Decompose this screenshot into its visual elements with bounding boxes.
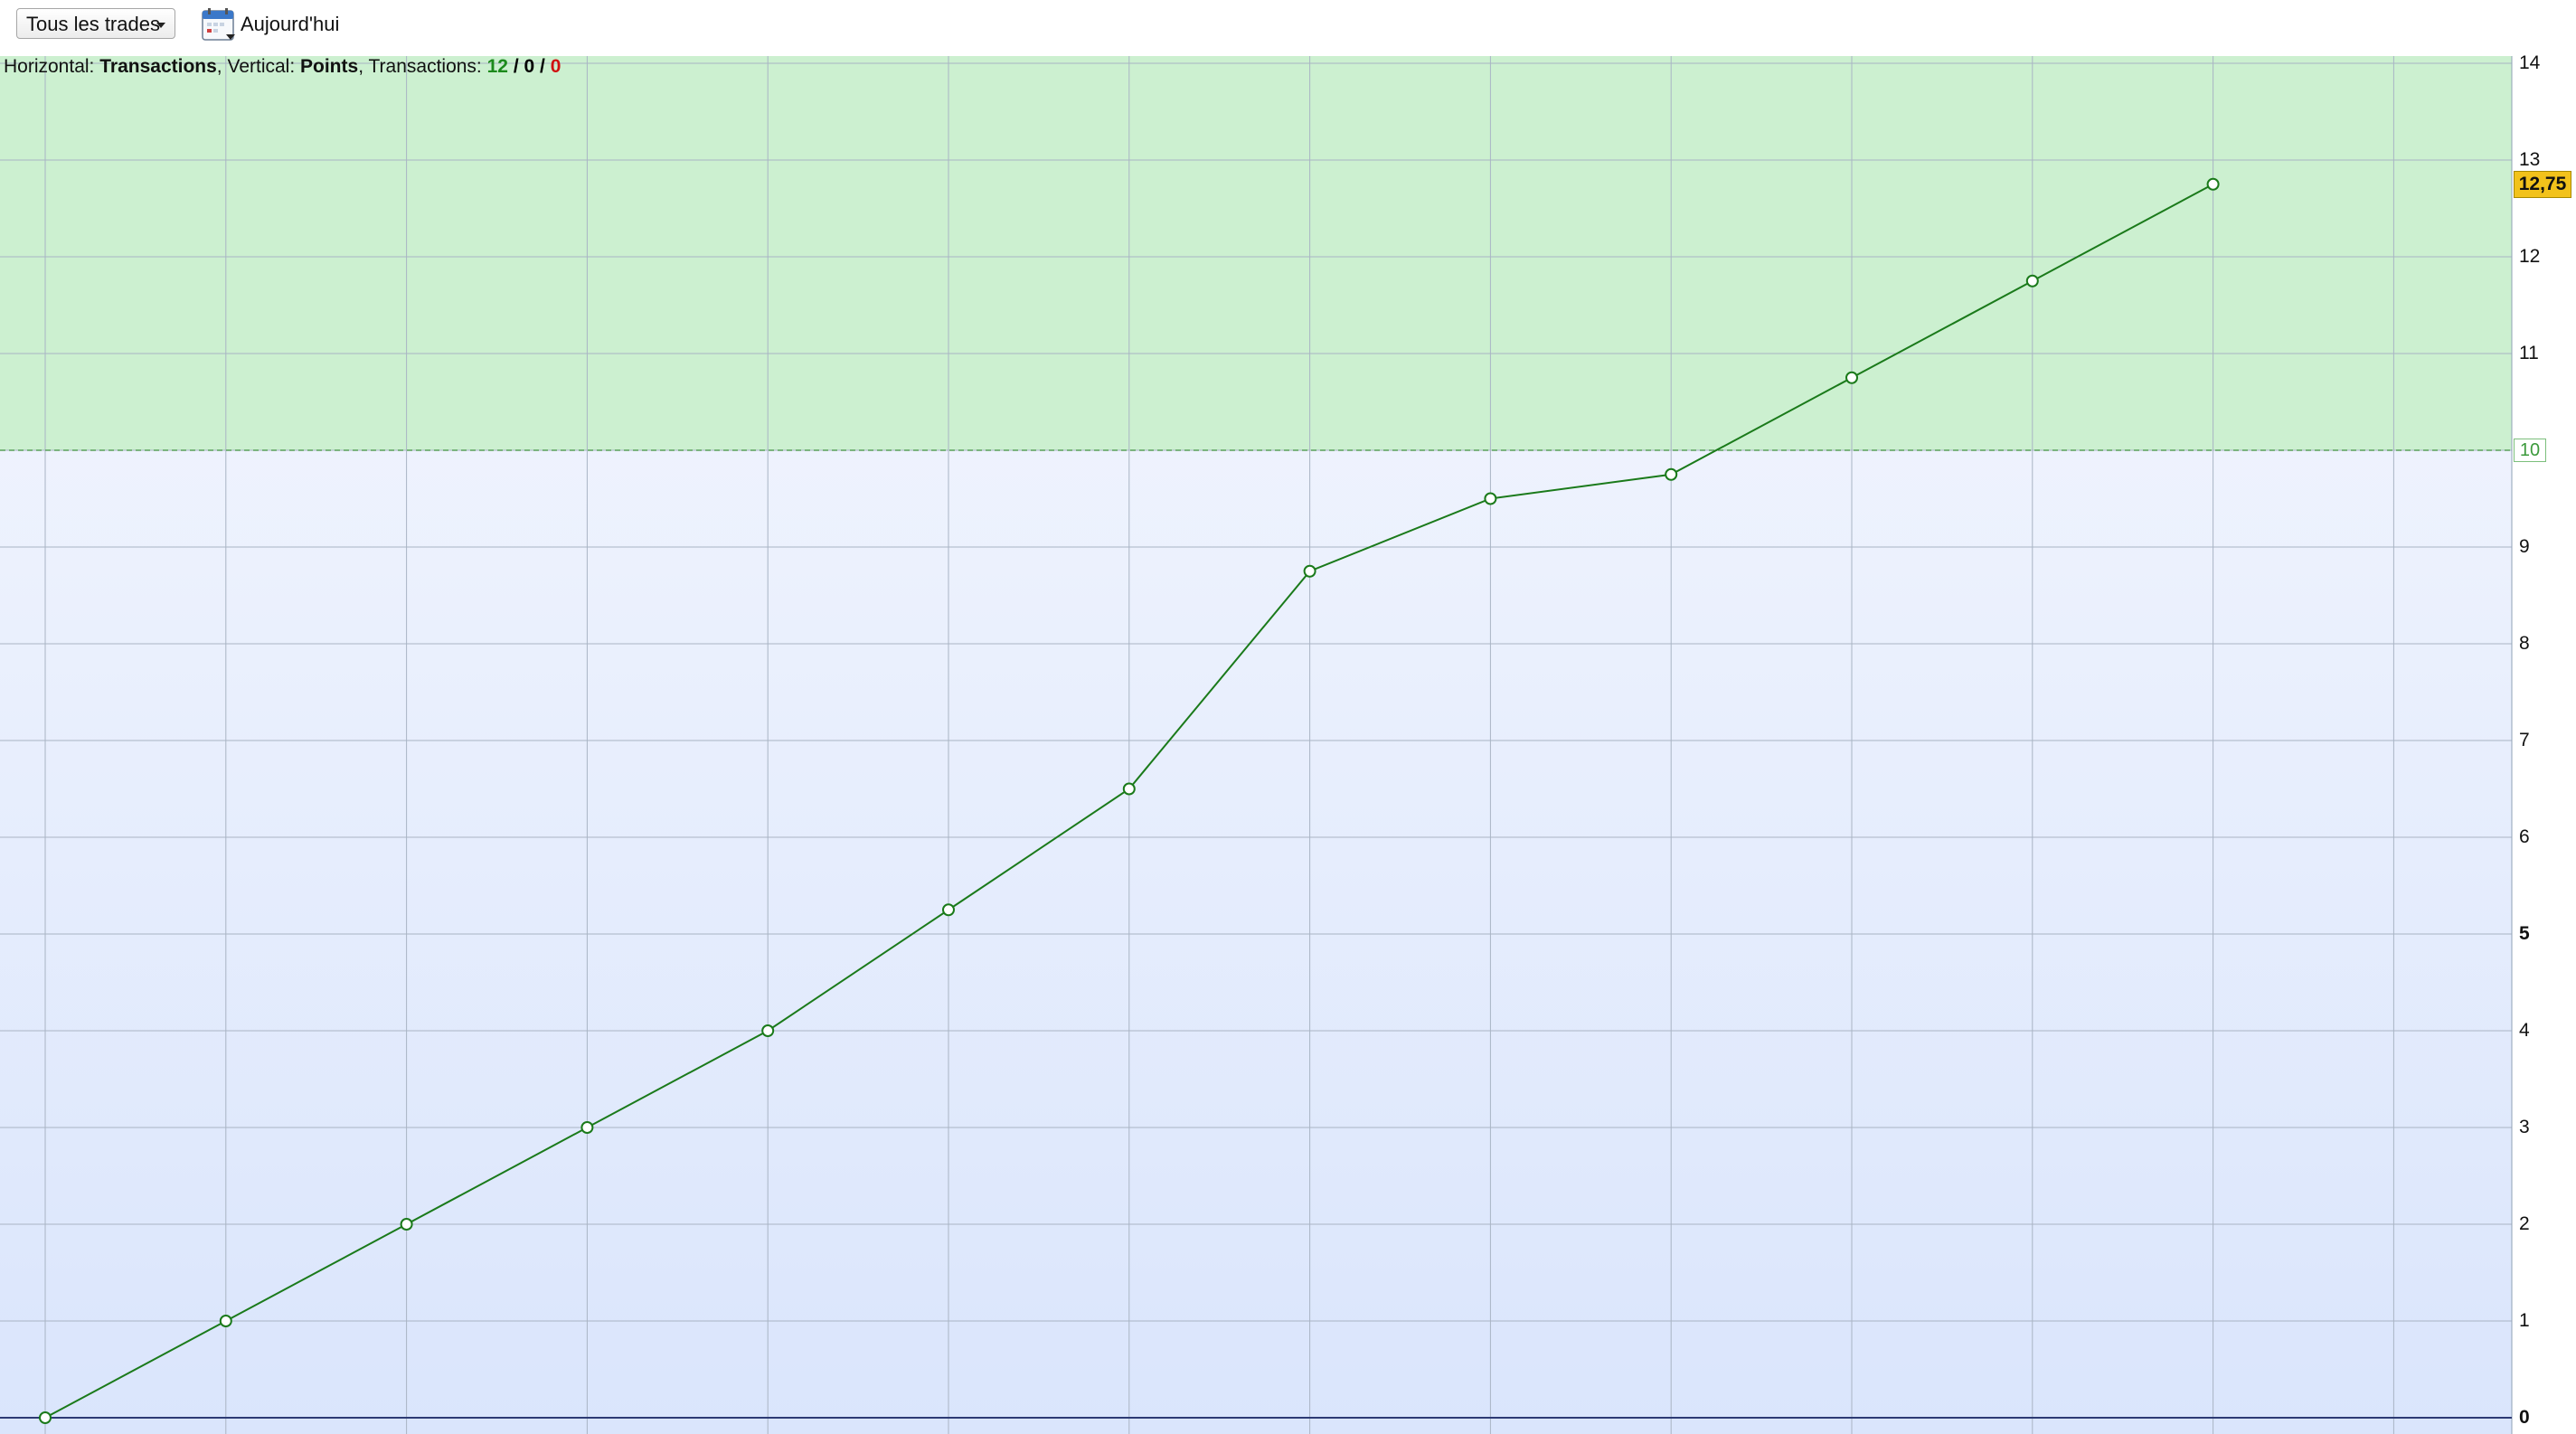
chart-info: Horizontal: Transactions, Vertical: Poin… (4, 56, 561, 77)
data-point[interactable] (1303, 564, 1316, 578)
data-point[interactable] (1122, 782, 1136, 796)
data-point[interactable] (219, 1315, 232, 1327)
calendar-icon[interactable] (201, 7, 237, 43)
data-point[interactable] (1665, 467, 1678, 481)
toolbar: Tous les trades Aujourd'hui (0, 0, 2576, 56)
trade-filter-value: Tous les trades (26, 13, 160, 35)
y-tick-label: 1 (2519, 1310, 2530, 1331)
y-tick-label: 5 (2519, 923, 2530, 944)
equity-chart[interactable] (0, 56, 2576, 1434)
y-tick-label: 14 (2519, 52, 2541, 73)
y-tick-label: 7 (2519, 730, 2530, 750)
trade-filter-select[interactable]: Tous les trades (16, 8, 175, 39)
y-tick-label: 2 (2519, 1213, 2530, 1234)
y-tick-label: 13 (2519, 149, 2541, 170)
data-point[interactable] (400, 1218, 413, 1231)
transactions-label: Transactions: (368, 56, 482, 77)
v-axis-value: Points (300, 56, 359, 77)
caret-down-icon (156, 23, 165, 28)
h-axis-value: Transactions (99, 56, 217, 77)
data-point[interactable] (2206, 177, 2220, 191)
data-point[interactable] (761, 1024, 775, 1037)
y-tick-label: 6 (2519, 826, 2530, 847)
profit-zone (0, 56, 2512, 450)
chart-area[interactable]: Horizontal: Transactions, Vertical: Poin… (0, 52, 2576, 1434)
data-point[interactable] (1845, 371, 1858, 384)
loss-count: 0 (550, 56, 561, 77)
v-axis-label: Vertical: (227, 56, 296, 77)
y-tick-label: 4 (2519, 1020, 2530, 1041)
y-tick-label: 8 (2519, 633, 2530, 654)
win-count: 12 (486, 56, 508, 77)
y-tick-label: 3 (2519, 1117, 2530, 1137)
data-point[interactable] (2025, 274, 2039, 288)
threshold-badge: 10 (2514, 439, 2546, 462)
even-count: 0 (524, 56, 535, 77)
last-value-badge: 12,75 (2514, 170, 2571, 198)
data-point[interactable] (1484, 492, 1497, 505)
data-point[interactable] (39, 1411, 52, 1424)
y-tick-label: 11 (2519, 343, 2539, 363)
data-point[interactable] (942, 903, 955, 917)
h-axis-label: Horizontal: (4, 56, 95, 77)
y-tick-label: 12 (2519, 246, 2541, 267)
data-point[interactable] (580, 1121, 594, 1134)
date-label: Aujourd'hui (241, 13, 340, 35)
y-tick-label: 0 (2519, 1407, 2530, 1428)
y-tick-label: 9 (2519, 536, 2530, 557)
